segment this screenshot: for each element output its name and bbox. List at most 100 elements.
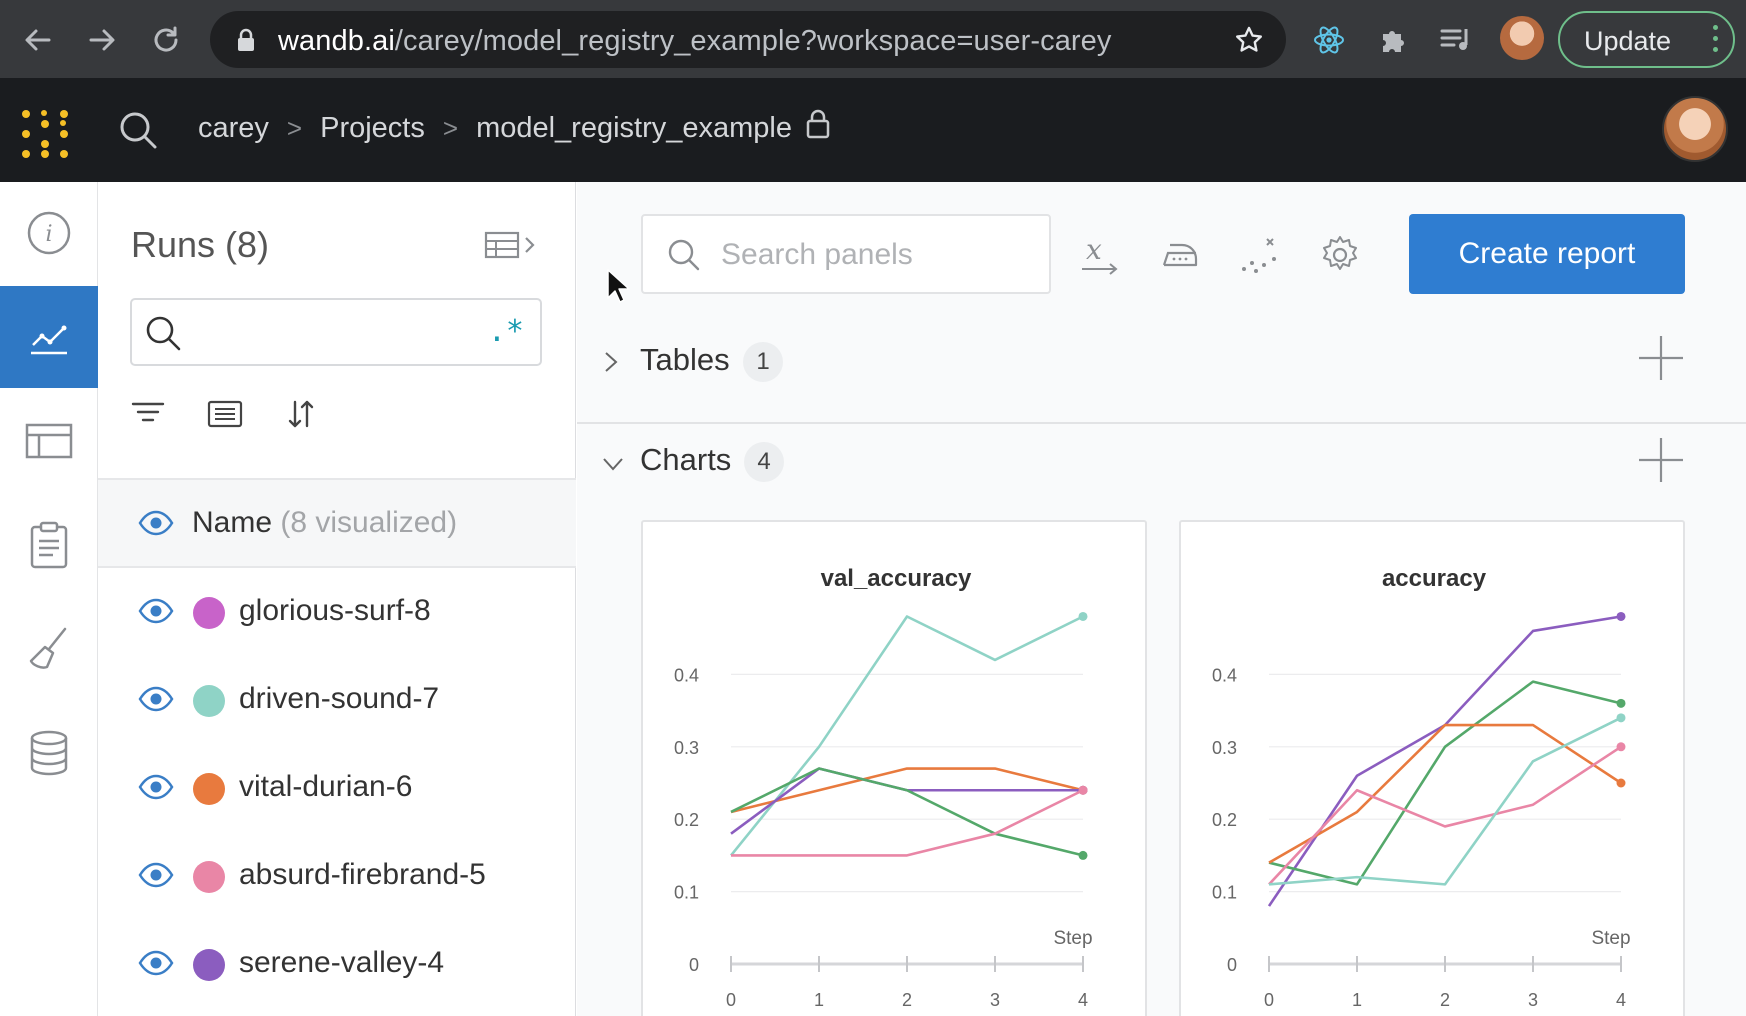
run-name[interactable]: glorious-surf-8 xyxy=(239,594,431,628)
y-tick-label: 0.4 xyxy=(1212,665,1237,685)
y-tick-label: 0.2 xyxy=(674,810,699,830)
panel-search-input[interactable] xyxy=(721,234,1031,276)
nav-runs-table[interactable] xyxy=(0,390,98,492)
workspace-settings-button[interactable] xyxy=(1315,230,1365,280)
chart-panel-accuracy[interactable]: accuracy 0 0.1 0.2 0.3 0.4 0 1 2 3 4 Step xyxy=(1179,520,1685,1016)
chevron-right-icon[interactable] xyxy=(601,350,621,379)
series-line xyxy=(1268,745,1622,886)
bookmark-star-icon[interactable] xyxy=(1234,25,1264,60)
back-button[interactable] xyxy=(16,18,60,62)
run-color-swatch[interactable] xyxy=(193,597,225,629)
outliers-button[interactable] xyxy=(1235,230,1285,280)
series-end-point xyxy=(1616,611,1626,621)
profile-avatar[interactable] xyxy=(1500,16,1544,60)
app-header: carey > Projects > model_registry_exampl… xyxy=(0,78,1746,182)
chart-title: accuracy xyxy=(1382,565,1487,592)
gear-icon xyxy=(1323,236,1357,270)
series-end-point xyxy=(1616,698,1626,708)
run-name[interactable]: absurd-firebrand-5 xyxy=(239,858,486,892)
runs-search-input[interactable]: .* xyxy=(130,298,542,366)
extensions-puzzle-icon[interactable] xyxy=(1373,20,1413,60)
run-name[interactable]: driven-sound-7 xyxy=(239,682,439,716)
visibility-eye-icon[interactable] xyxy=(138,862,174,893)
breadcrumb-projects[interactable]: Projects xyxy=(320,112,425,145)
nav-workspace[interactable] xyxy=(0,286,98,388)
run-color-swatch[interactable] xyxy=(193,949,225,981)
run-name[interactable]: vital-durian-6 xyxy=(239,770,412,804)
section-title[interactable]: Tables xyxy=(640,342,730,378)
series-end-point xyxy=(1078,850,1088,860)
section-count-badge: 1 xyxy=(743,342,783,382)
address-bar[interactable]: wandb.ai/carey/model_registry_example?wo… xyxy=(210,11,1286,68)
group-button[interactable] xyxy=(205,394,245,434)
run-name[interactable]: serene-valley-4 xyxy=(239,946,444,980)
x-axis-settings-button[interactable]: x xyxy=(1075,230,1125,280)
series-end-point xyxy=(1078,785,1088,795)
create-report-button[interactable]: Create report xyxy=(1409,214,1685,294)
line-chart-icon xyxy=(31,325,67,355)
table-expand-icon xyxy=(484,231,535,259)
smoothing-button[interactable] xyxy=(1155,230,1205,280)
arrow-left-icon xyxy=(25,29,51,51)
run-row[interactable]: vital-durian-6 xyxy=(98,744,576,832)
y-tick-label: 0.4 xyxy=(674,665,699,685)
iron-icon xyxy=(1162,243,1198,267)
lock-icon[interactable] xyxy=(236,28,256,57)
reload-button[interactable] xyxy=(144,18,188,62)
breadcrumb-user[interactable]: carey xyxy=(198,112,269,145)
run-color-swatch[interactable] xyxy=(193,861,225,893)
svg-text:x: x xyxy=(1086,235,1102,266)
series-end-point xyxy=(1616,778,1626,788)
x-tick-label: 4 xyxy=(1078,990,1088,1010)
update-button[interactable]: Update xyxy=(1558,11,1735,68)
series-end-point xyxy=(1616,742,1626,752)
add-panel-plus-icon[interactable] xyxy=(1637,334,1685,387)
run-color-swatch[interactable] xyxy=(193,773,225,805)
panel-search-box[interactable] xyxy=(641,214,1051,294)
chevron-down-icon[interactable] xyxy=(601,454,625,479)
nav-overview[interactable]: i xyxy=(0,182,98,284)
nav-sweeps[interactable] xyxy=(0,598,98,700)
x-tick-label: 1 xyxy=(814,990,824,1010)
search-icon xyxy=(144,314,182,357)
more-vertical-icon[interactable] xyxy=(1713,25,1719,58)
run-row[interactable]: driven-sound-7 xyxy=(98,656,576,744)
regex-toggle[interactable]: .* xyxy=(488,314,524,349)
section-title[interactable]: Charts xyxy=(640,442,731,478)
nav-reports[interactable] xyxy=(0,494,98,596)
chart-panel-val-accuracy[interactable]: val_accuracy 0 0.1 0.2 0.3 0.4 0 1 2 3 4 Step xyxy=(641,520,1147,1016)
x-tick-label: 3 xyxy=(990,990,1000,1010)
breadcrumb-project[interactable]: model_registry_example xyxy=(476,112,792,145)
arrow-right-icon xyxy=(89,29,115,51)
sort-button[interactable] xyxy=(281,394,321,434)
wandb-logo-icon[interactable] xyxy=(20,108,72,160)
nav-artifacts[interactable] xyxy=(0,702,98,804)
runs-column-header: Name (8 visualized) xyxy=(98,478,576,568)
expand-runs-table-button[interactable] xyxy=(484,230,540,265)
run-row[interactable]: glorious-surf-8 xyxy=(98,568,576,656)
y-tick-label: 0.1 xyxy=(674,883,699,903)
run-row[interactable]: serene-valley-4 xyxy=(98,920,576,1008)
visibility-eye-icon[interactable] xyxy=(138,774,174,805)
react-devtools-extension-icon[interactable] xyxy=(1309,20,1349,60)
add-panel-plus-icon[interactable] xyxy=(1637,436,1685,489)
media-queue-icon[interactable] xyxy=(1436,20,1476,60)
name-column-label[interactable]: Name (8 visualized) xyxy=(192,506,457,540)
visibility-eye-icon[interactable] xyxy=(138,950,174,981)
breadcrumb-separator: > xyxy=(442,112,459,143)
filter-button[interactable] xyxy=(128,394,168,434)
run-row[interactable]: absurd-firebrand-5 xyxy=(98,832,576,920)
info-icon: i xyxy=(27,211,71,255)
reload-icon xyxy=(154,26,178,52)
visibility-eye-icon[interactable] xyxy=(138,686,174,717)
user-avatar[interactable] xyxy=(1662,96,1728,162)
visibility-eye-icon[interactable] xyxy=(138,598,174,629)
toggle-all-visibility-eye-icon[interactable] xyxy=(138,510,174,541)
forward-button[interactable] xyxy=(80,18,124,62)
y-tick-label: 0.2 xyxy=(1212,810,1237,830)
breadcrumb: carey > Projects > model_registry_exampl… xyxy=(198,109,830,147)
run-color-swatch[interactable] xyxy=(193,685,225,717)
search-icon[interactable] xyxy=(118,110,158,155)
svg-text:i: i xyxy=(45,222,52,247)
series-end-point xyxy=(1616,713,1626,723)
